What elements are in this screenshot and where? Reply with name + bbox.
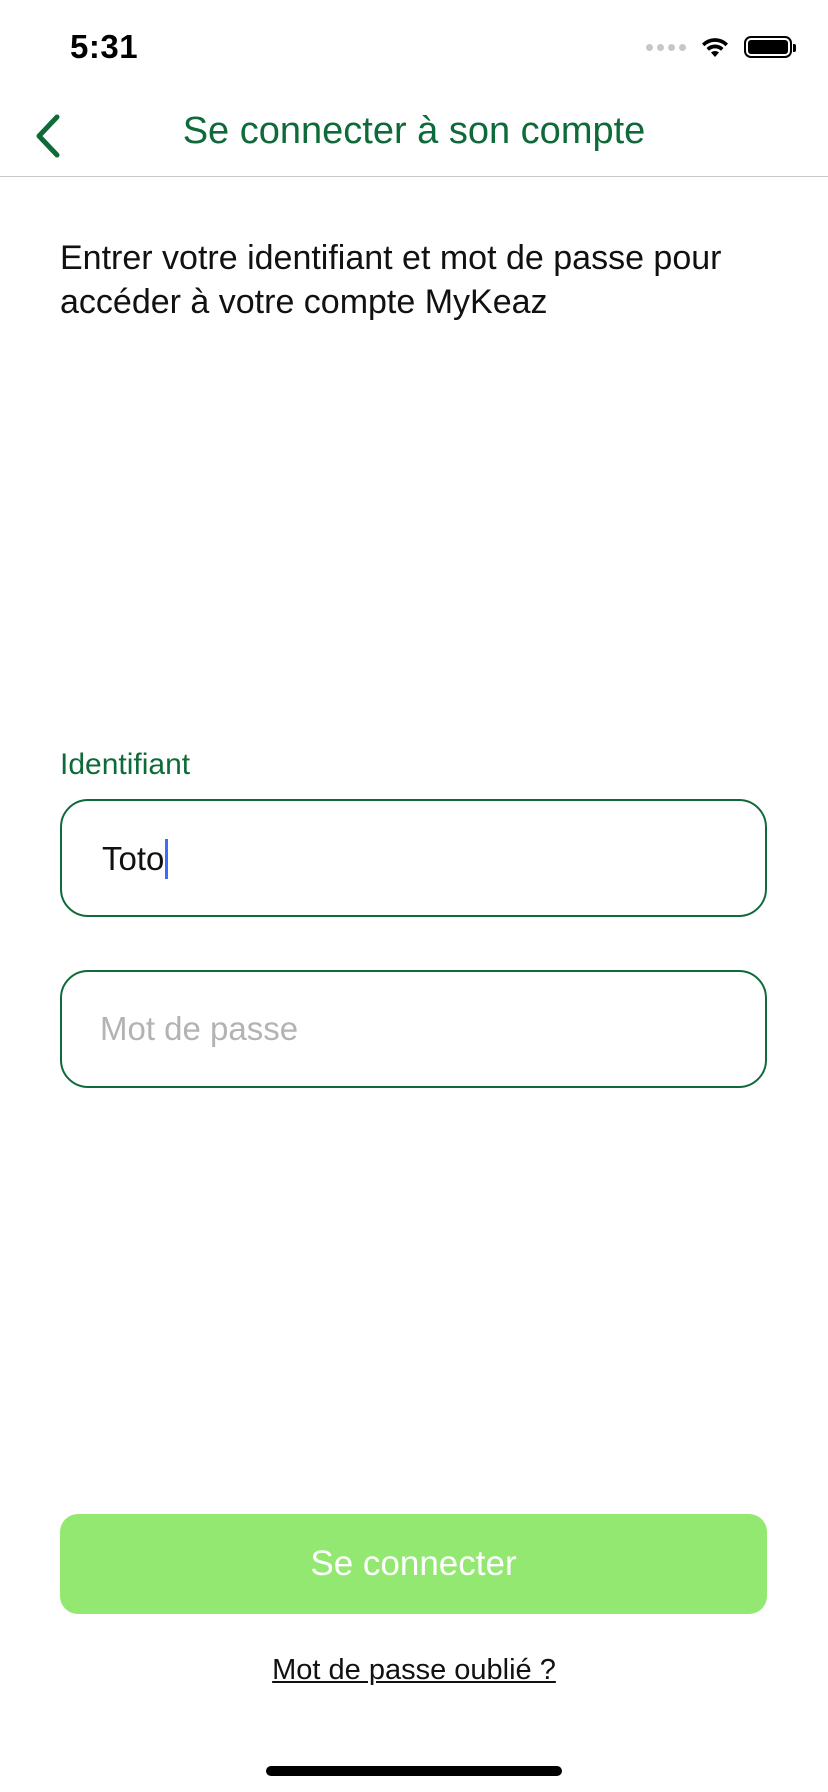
text-caret: [165, 839, 169, 879]
username-label: Identifiant: [60, 748, 191, 781]
battery-icon: [744, 36, 796, 58]
username-value: Toto: [102, 840, 165, 877]
home-indicator: [266, 1766, 562, 1776]
password-input[interactable]: [100, 972, 720, 1086]
status-icons: [646, 36, 796, 58]
login-button[interactable]: Se connecter: [60, 1514, 767, 1614]
page-title: Se connecter à son compte: [182, 110, 646, 152]
username-field[interactable]: Toto: [60, 799, 767, 917]
username-value-wrapper: Toto: [102, 839, 169, 879]
password-field[interactable]: [60, 970, 767, 1088]
cellular-signal-icon: [646, 43, 686, 51]
status-time: 5:31: [70, 28, 139, 65]
navigation-bar: Se connecter à son compte: [0, 96, 828, 177]
wifi-icon: [702, 38, 728, 57]
status-bar: 5:31: [0, 0, 828, 96]
intro-text: Entrer votre identifiant et mot de passe…: [60, 239, 722, 321]
forgot-password-link[interactable]: Mot de passe oublié ?: [0, 1654, 828, 1687]
